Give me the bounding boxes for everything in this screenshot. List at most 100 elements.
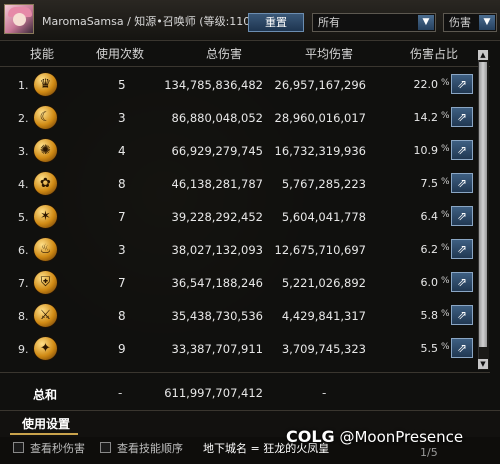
col-avg[interactable]: 平均伤害 [305,45,353,65]
claw-icon: ✦ [33,336,58,361]
flame-icon: ♨ [33,237,58,262]
swirl-icon: ✺ [33,138,58,163]
tab-active-indicator [10,433,78,435]
row-pct-sign: % [441,309,450,319]
share-icon[interactable]: ⇗ [451,338,473,358]
col-skill[interactable]: 技能 [30,45,54,65]
row-pct: 10.9 [413,144,439,157]
row-pct: 5.8 [420,309,439,322]
row-avg: 28,960,016,017 [274,111,366,125]
row-avg: 5,767,285,223 [281,177,366,191]
row-index: 5. [18,211,29,224]
share-icon[interactable]: ⇗ [451,272,473,292]
row-total: 35,438,730,536 [171,309,263,323]
share-icon[interactable]: ⇗ [451,74,473,94]
row-avg: 16,732,319,936 [274,144,366,158]
share-icon[interactable]: ⇗ [451,305,473,325]
table-row[interactable]: 2. ☾ 3 86,880,048,052 28,960,016,017 14.… [0,101,490,134]
share-icon[interactable]: ⇗ [451,173,473,193]
row-index: 7. [18,277,29,290]
totals-total-damage: 611,997,707,412 [164,386,263,400]
order-checkbox-label: 查看技能顺序 [117,442,183,455]
row-index: 2. [18,112,29,125]
chevron-down-icon[interactable]: ▼ [418,15,434,30]
row-pct: 22.0 [413,78,439,91]
row-avg: 12,675,710,697 [274,243,366,257]
totals-label: 总和 [33,388,58,402]
watermark-brand: COLG [286,427,335,446]
row-uses: 4 [118,144,126,158]
col-share[interactable]: 伤害占比 [410,45,458,65]
row-total: 134,785,836,482 [164,78,263,92]
filter-select-value: 所有 [318,16,340,29]
order-checkbox[interactable] [100,442,111,453]
row-pct: 7.5 [420,177,439,190]
row-pct: 14.2 [413,111,439,124]
row-pct-sign: % [441,144,450,154]
chevron-down-icon[interactable]: ▼ [479,15,495,30]
share-icon[interactable]: ⇗ [451,239,473,259]
header-divider [0,66,490,67]
row-pct-sign: % [441,177,450,187]
tab-settings[interactable]: 使用设置 [22,415,70,432]
row-pct-sign: % [441,111,450,121]
row-uses: 7 [118,210,126,224]
slash-icon: ⚔ [33,303,58,328]
row-avg: 26,957,167,296 [274,78,366,92]
table-row[interactable]: 3. ✺ 4 66,929,279,745 16,732,319,936 10.… [0,134,490,167]
row-uses: 3 [118,111,126,125]
scroll-up-icon[interactable]: ▲ [478,50,488,60]
row-total: 46,138,281,787 [171,177,263,191]
filter-select[interactable]: 所有 ▼ [312,13,436,32]
row-uses: 5 [118,78,126,92]
dps-checkbox-label: 查看秒伤害 [30,442,85,455]
row-index: 6. [18,244,29,257]
table-row[interactable]: 4. ✿ 8 46,138,281,787 5,767,285,223 7.5 … [0,167,490,200]
col-total[interactable]: 总伤害 [206,45,242,65]
row-uses: 8 [118,309,126,323]
row-uses: 3 [118,243,126,257]
dps-checkbox[interactable] [13,442,24,453]
row-uses: 8 [118,177,126,191]
row-pct-sign: % [441,210,450,220]
watermark: COLG @MoonPresence [286,427,463,446]
character-name: MaromaSamsa / 知源•召唤师 (等级:110) [42,15,255,28]
table-row[interactable]: 7. ⛨ 7 36,547,188,246 5,221,026,892 6.0 … [0,266,490,299]
row-uses: 7 [118,276,126,290]
crown-icon: ♛ [33,72,58,97]
character-avatar [4,4,34,34]
row-index: 4. [18,178,29,191]
star-burst-icon: ✶ [33,204,58,229]
row-avg: 3,709,745,323 [281,342,366,356]
share-icon[interactable]: ⇗ [451,140,473,160]
scrollbar-thumb[interactable] [479,62,487,347]
totals-uses: - [118,386,123,400]
metric-select[interactable]: 伤害 ▼ [443,13,497,32]
row-pct: 6.0 [420,276,439,289]
scroll-down-icon[interactable]: ▼ [478,359,488,369]
row-pct: 5.5 [420,342,439,355]
totals-avg-damage: - [322,386,327,400]
row-total: 38,027,132,093 [171,243,263,257]
row-avg: 4,429,841,317 [281,309,366,323]
row-avg: 5,221,026,892 [281,276,366,290]
table-row[interactable]: 1. ♛ 5 134,785,836,482 26,957,167,296 22… [0,68,490,101]
row-pct-sign: % [441,78,450,88]
table-row[interactable]: 5. ✶ 7 39,228,292,452 5,604,041,778 6.4 … [0,200,490,233]
col-uses[interactable]: 使用次数 [96,45,144,65]
row-index: 1. [18,79,29,92]
reset-button[interactable]: 重置 [248,13,304,32]
share-icon[interactable]: ⇗ [451,206,473,226]
table-row[interactable]: 8. ⚔ 8 35,438,730,536 4,429,841,317 5.8 … [0,299,490,332]
row-pct: 6.4 [420,210,439,223]
watermark-handle: @MoonPresence [339,428,464,446]
row-total: 36,547,188,246 [171,276,263,290]
crescent-icon: ☾ [33,105,58,130]
row-pct-sign: % [441,243,450,253]
row-index: 8. [18,310,29,323]
table-row[interactable]: 9. ✦ 9 33,387,707,911 3,709,745,323 5.5 … [0,332,490,365]
table-row[interactable]: 6. ♨ 3 38,027,132,093 12,675,710,697 6.2… [0,233,490,266]
row-total: 39,228,292,452 [171,210,263,224]
share-icon[interactable]: ⇗ [451,107,473,127]
row-total: 33,387,707,911 [171,342,263,356]
